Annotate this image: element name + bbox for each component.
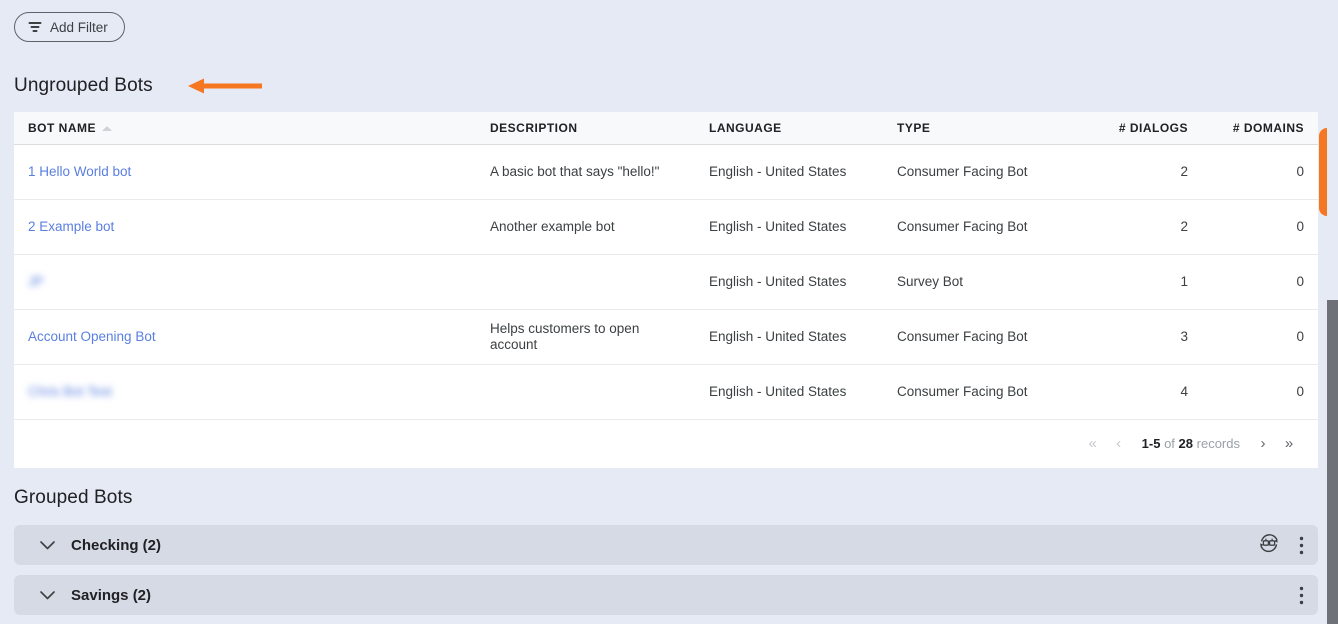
cell-description [476,364,695,420]
pagination-info: 1-5 of 28 records [1142,436,1240,451]
column-header-dialogs[interactable]: # DIALOGS [1069,112,1202,145]
column-header-bot-name[interactable]: BOT NAME [14,112,476,145]
cell-bot-name: 1 Hello World bot [14,144,476,200]
next-page-button[interactable]: › [1252,435,1274,452]
cell-description [476,254,695,310]
pagination-records-label: records [1196,436,1240,451]
pagination-range: 1-5 [1141,436,1161,451]
cell-type: Consumer Facing Bot [883,364,1069,420]
group-label: Savings (2) [71,586,152,604]
cell-domains: 0 [1202,364,1318,420]
group-actions [1299,586,1304,605]
table-header: BOT NAME DESCRIPTION LANGUAGE TYPE # DIA… [14,112,1318,145]
cell-domains: 0 [1202,199,1318,255]
add-filter-label: Add Filter [50,19,108,35]
cell-language: English - United States [695,199,883,255]
bot-name-link[interactable]: JP [28,274,44,289]
bot-name-link[interactable]: Account Opening Bot [28,329,156,344]
cell-type: Consumer Facing Bot [883,144,1069,200]
cell-domains: 0 [1202,309,1318,365]
table-header-row: BOT NAME DESCRIPTION LANGUAGE TYPE # DIA… [14,112,1318,145]
chevron-down-icon[interactable] [40,590,71,600]
first-page-button[interactable]: « [1082,435,1104,452]
kebab-menu-icon[interactable] [1299,586,1304,605]
ungrouped-bots-table-card: BOT NAME DESCRIPTION LANGUAGE TYPE # DIA… [14,112,1318,468]
cell-domains: 0 [1202,254,1318,310]
filter-toolbar: Add Filter [14,12,125,42]
table-row[interactable]: 2 Example bot Another example bot Englis… [14,199,1318,255]
group-row-savings[interactable]: Savings (2) [14,575,1318,615]
cell-type: Consumer Facing Bot [883,199,1069,255]
cell-dialogs: 4 [1069,364,1202,420]
group-actions [1257,532,1304,559]
ungrouped-bots-table: BOT NAME DESCRIPTION LANGUAGE TYPE # DIA… [14,112,1318,420]
swap-bots-icon[interactable] [1257,532,1281,559]
annotation-arrow-icon [188,78,262,99]
bot-name-link[interactable]: 2 Example bot [28,219,114,234]
page-scrollbar-track[interactable] [1327,0,1338,624]
cell-language: English - United States [695,309,883,365]
group-label: Checking (2) [71,536,162,554]
bot-name-link[interactable]: Chris Bot Test [28,384,112,399]
funnel-icon [28,21,42,33]
cell-language: English - United States [695,144,883,200]
column-header-type[interactable]: TYPE [883,112,1069,145]
sort-ascending-icon [102,126,112,132]
cell-type: Consumer Facing Bot [883,309,1069,365]
cell-bot-name: JP [14,254,476,310]
column-header-domains[interactable]: # DOMAINS [1202,112,1318,145]
column-header-language[interactable]: LANGUAGE [695,112,883,145]
cell-bot-name: Account Opening Bot [14,309,476,365]
cell-dialogs: 2 [1069,199,1202,255]
pagination-total: 28 [1178,436,1194,451]
table-row[interactable]: JP English - United States Survey Bot 1 … [14,254,1318,310]
cell-bot-name: 2 Example bot [14,199,476,255]
grouped-bots-title: Grouped Bots [14,487,133,508]
page-scrollbar-thumb[interactable] [1327,300,1338,624]
last-page-button[interactable]: » [1278,435,1300,452]
ungrouped-bots-title: Ungrouped Bots [14,75,153,96]
table-row[interactable]: 1 Hello World bot A basic bot that says … [14,144,1318,200]
cell-description: A basic bot that says "hello!" [476,144,695,200]
bot-name-link[interactable]: 1 Hello World bot [28,164,131,179]
cell-type: Survey Bot [883,254,1069,310]
cell-bot-name: Chris Bot Test [14,364,476,420]
table-row[interactable]: Account Opening Bot Helps customers to o… [14,309,1318,365]
kebab-menu-icon[interactable] [1299,536,1304,555]
group-row-checking[interactable]: Checking (2) [14,525,1318,565]
cell-dialogs: 3 [1069,309,1202,365]
chevron-down-icon[interactable] [40,540,71,550]
cell-dialogs: 1 [1069,254,1202,310]
cell-language: English - United States [695,364,883,420]
column-header-description[interactable]: DESCRIPTION [476,112,695,145]
column-header-bot-name-label: BOT NAME [28,120,96,135]
pagination: « ‹ 1-5 of 28 records › » [14,419,1318,468]
add-filter-button[interactable]: Add Filter [14,12,125,42]
cell-language: English - United States [695,254,883,310]
cell-dialogs: 2 [1069,144,1202,200]
table-row[interactable]: Chris Bot Test English - United States C… [14,364,1318,420]
pagination-of-label: of [1164,436,1175,451]
previous-page-button[interactable]: ‹ [1108,435,1130,452]
cell-description: Another example bot [476,199,695,255]
cell-domains: 0 [1202,144,1318,200]
cell-description: Helps customers to open account [476,309,695,365]
table-body: 1 Hello World bot A basic bot that says … [14,144,1318,420]
